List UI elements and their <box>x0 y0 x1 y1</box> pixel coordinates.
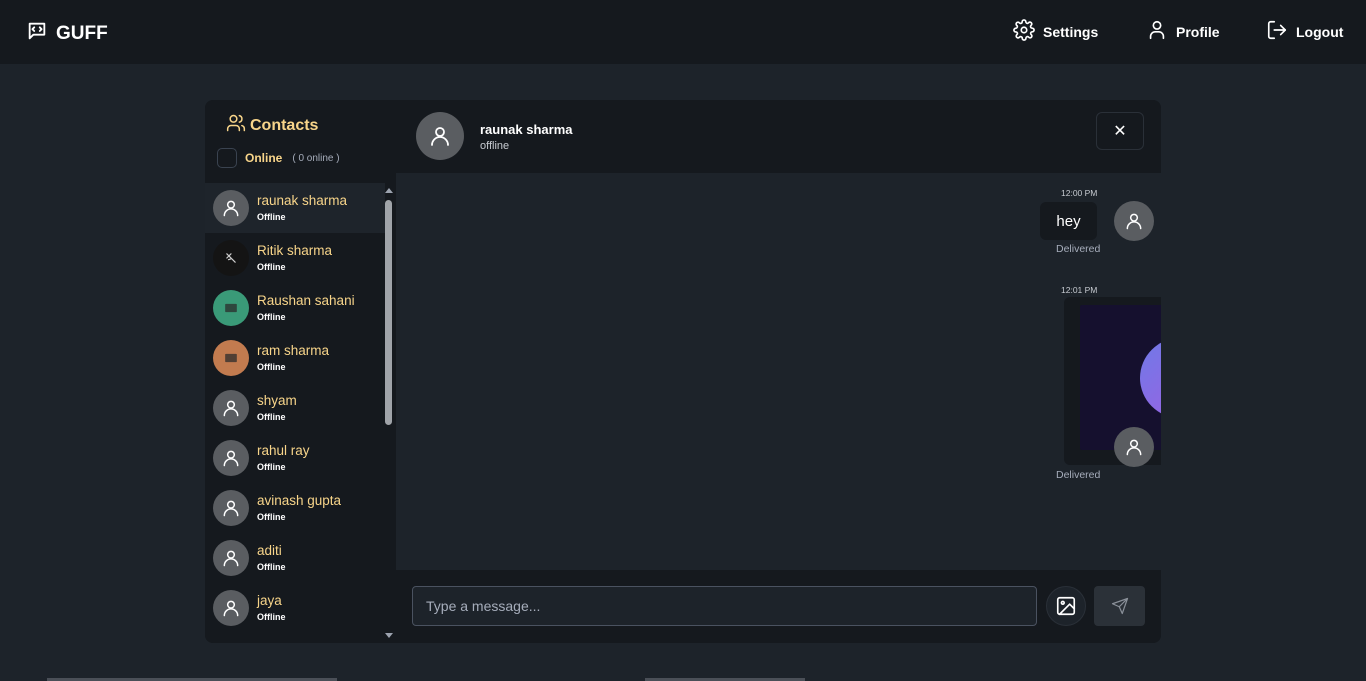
chat-contact-status: offline <box>480 140 510 152</box>
avatar <box>213 340 249 376</box>
satellite-icon <box>1158 356 1161 400</box>
user-icon <box>223 200 239 217</box>
satellite-logo <box>1140 337 1161 418</box>
contact-status: Offline <box>257 462 286 472</box>
contact-status: Offline <box>257 262 286 272</box>
contact-item[interactable]: rahul ray Offline <box>205 433 385 483</box>
user-icon <box>223 450 239 467</box>
contact-item[interactable]: aditi Offline <box>205 533 385 583</box>
close-chat-button[interactable]: ✕ <box>1096 112 1144 150</box>
chat-contact-name: raunak sharma <box>480 122 573 137</box>
settings-label: Settings <box>1043 23 1099 40</box>
send-button[interactable] <box>1094 586 1145 626</box>
scroll-up-arrow-icon[interactable] <box>385 188 393 193</box>
chat-avatar <box>416 112 464 160</box>
chat-card: Contacts Online ( 0 online ) raunak shar… <box>205 100 1161 643</box>
message-time: 12:00 PM <box>1061 188 1098 198</box>
logout-link[interactable]: Logout <box>1266 19 1343 44</box>
profile-link[interactable]: Profile <box>1146 19 1220 44</box>
contact-name: shyam <box>257 393 297 408</box>
contact-status: Offline <box>257 412 286 422</box>
contact-name: ram sharma <box>257 343 330 358</box>
contacts-header: Contacts <box>226 113 318 138</box>
user-icon <box>223 600 239 617</box>
contact-name: avinash gupta <box>257 493 342 508</box>
text-logo-icon <box>225 303 237 313</box>
brand-name: GUFF <box>56 23 108 44</box>
avatar <box>213 390 249 426</box>
contact-name: raunak sharma <box>257 193 348 208</box>
logout-label: Logout <box>1296 23 1344 40</box>
contact-status: Offline <box>257 362 286 372</box>
contact-item[interactable]: avinash gupta Offline <box>205 483 385 533</box>
scroll-down-arrow-icon[interactable] <box>385 633 393 638</box>
contact-item[interactable]: Raushan sahani Offline <box>205 283 385 333</box>
user-icon <box>223 400 239 417</box>
contact-status: Offline <box>257 512 286 522</box>
online-label: Online <box>245 151 283 165</box>
top-navbar: GUFF Settings Profile Logout <box>0 0 1366 64</box>
contact-status: Offline <box>257 312 286 322</box>
message-avatar <box>1114 201 1154 241</box>
message-input[interactable] <box>412 586 1037 626</box>
avatar <box>213 290 249 326</box>
contact-status: Offline <box>257 212 286 222</box>
scroll-thumb[interactable] <box>385 200 392 425</box>
contact-item[interactable]: raunak sharma Offline <box>205 183 385 233</box>
send-icon <box>1111 597 1128 615</box>
gear-icon <box>1013 19 1035 44</box>
message-area: 12:00 PM hey Delivered 12:01 PM Delivere… <box>396 173 1161 570</box>
settings-link[interactable]: Settings <box>1013 19 1098 44</box>
message-bubble: hey <box>1040 202 1097 240</box>
chat-bubble-icon <box>26 20 48 48</box>
contact-name: Ritik sharma <box>257 243 333 258</box>
profile-label: Profile <box>1176 23 1220 40</box>
image-icon <box>1056 596 1076 616</box>
contacts-sidebar: Contacts Online ( 0 online ) raunak shar… <box>205 100 396 643</box>
contact-name: rahul ray <box>257 443 310 458</box>
users-icon <box>226 113 246 138</box>
user-icon <box>223 500 239 517</box>
contact-list: raunak sharma Offline Ritik sharma Offli… <box>205 183 385 643</box>
user-icon <box>223 550 239 567</box>
online-checkbox[interactable] <box>217 148 237 168</box>
contacts-scrollbar[interactable] <box>384 186 394 640</box>
message-receipt: Delivered <box>1056 243 1101 255</box>
text-logo-icon <box>225 353 237 363</box>
contact-name: Raushan sahani <box>257 293 355 308</box>
contact-item[interactable]: ram sharma Offline <box>205 333 385 383</box>
message-image[interactable] <box>1080 305 1161 450</box>
contact-item[interactable]: Ritik sharma Offline <box>205 233 385 283</box>
contact-item[interactable]: shyam Offline <box>205 383 385 433</box>
contacts-title: Contacts <box>250 116 319 134</box>
user-icon <box>1146 19 1168 44</box>
avatar <box>213 540 249 576</box>
avatar <box>213 190 249 226</box>
online-filter: Online ( 0 online ) <box>217 148 340 168</box>
message-text: hey <box>1056 212 1081 230</box>
user-icon <box>1126 213 1142 230</box>
contact-status: Offline <box>257 562 286 572</box>
logout-icon <box>1266 19 1288 44</box>
message-receipt: Delivered <box>1056 469 1101 481</box>
message-input-bar <box>396 570 1161 643</box>
sword-logo-icon <box>226 253 236 263</box>
message-time: 12:01 PM <box>1061 285 1098 295</box>
user-icon <box>431 127 449 146</box>
chat-header: raunak sharma offline ✕ <box>396 100 1161 173</box>
avatar <box>213 440 249 476</box>
contact-name: jaya <box>257 593 282 608</box>
contact-item[interactable]: jaya Offline <box>205 583 385 633</box>
online-count: ( 0 online ) <box>292 152 340 164</box>
contact-name: aditi <box>257 543 282 558</box>
message-avatar <box>1114 427 1154 467</box>
contact-status: Offline <box>257 612 286 622</box>
avatar <box>213 590 249 626</box>
brand-logo[interactable]: GUFF <box>26 20 108 48</box>
avatar <box>213 490 249 526</box>
close-icon: ✕ <box>1113 123 1127 140</box>
avatar <box>213 240 249 276</box>
attach-image-button[interactable] <box>1046 586 1086 626</box>
user-icon <box>1126 439 1142 456</box>
